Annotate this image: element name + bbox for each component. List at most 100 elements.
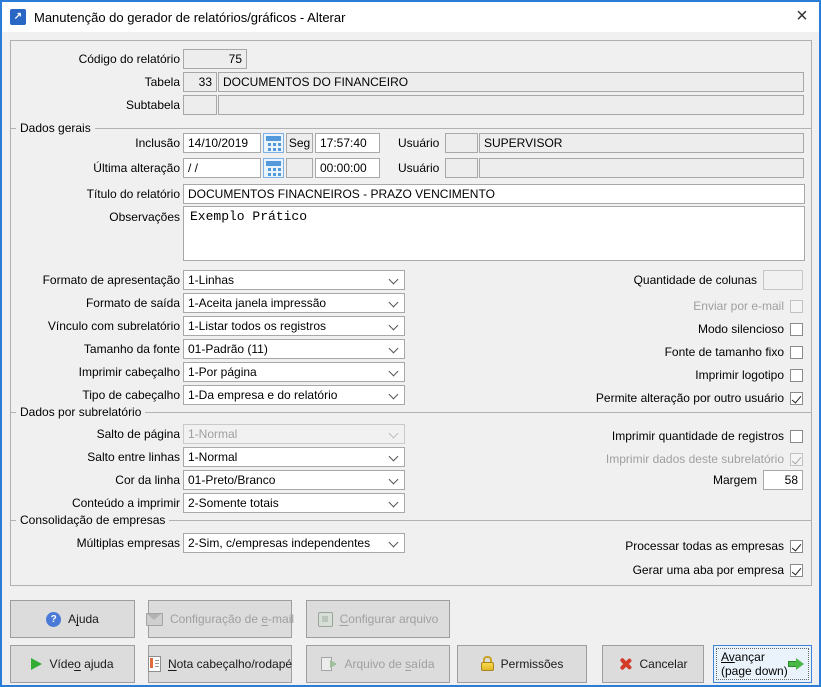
codigo-relatorio-field[interactable]: 75 xyxy=(183,49,247,69)
select-value: 01-Preto/Branco xyxy=(188,473,275,487)
select-value: 1-Listar todos os registros xyxy=(188,319,326,333)
chevron-down-icon xyxy=(389,498,399,508)
conteudo-imprimir-select[interactable]: 2-Somente totais xyxy=(183,493,405,513)
inclusao-calendar-button[interactable] xyxy=(263,133,284,153)
alteracao-user-field[interactable] xyxy=(479,158,804,178)
select-value: 1-Normal xyxy=(188,450,237,464)
checkbox-fonte-tamanho-fixo[interactable] xyxy=(790,346,803,359)
dados-gerais-groupline xyxy=(11,128,812,129)
forward-arrow-icon xyxy=(788,658,804,670)
checkbox-gerar-aba-empresa[interactable] xyxy=(790,564,803,577)
dados-gerais-group-label: Dados gerais xyxy=(16,121,95,135)
gerar-aba-empresa-label: Gerar uma aba por empresa xyxy=(633,563,784,577)
alteracao-day-field[interactable] xyxy=(286,158,313,178)
alteracao-calendar-button[interactable] xyxy=(263,158,284,178)
avancar-button[interactable]: Avançar (page down) xyxy=(713,645,812,683)
checkbox-permite-alteracao[interactable] xyxy=(790,392,803,405)
title-bar: ↗ Manutenção do gerador de relatórios/gr… xyxy=(2,2,819,32)
permissoes-button-label: Permissões xyxy=(501,657,564,671)
codigo-relatorio-label: Código do relatório xyxy=(10,52,180,66)
permissoes-button[interactable]: Permissões xyxy=(457,645,587,683)
vinculo-subrelatorio-label: Vínculo com subrelatório xyxy=(10,319,180,333)
multiplas-empresas-label: Múltiplas empresas xyxy=(10,536,180,550)
tabela-code-field[interactable]: 33 xyxy=(183,72,217,92)
inclusao-time-field[interactable]: 17:57:40 xyxy=(315,133,380,153)
cor-da-linha-label: Cor da linha xyxy=(10,473,180,487)
alteracao-time-field[interactable]: 00:00:00 xyxy=(315,158,380,178)
cancel-icon xyxy=(618,657,632,671)
video-ajuda-button[interactable]: Vídeo ajuda xyxy=(10,645,135,683)
help-icon: ? xyxy=(46,612,61,627)
avancar-button-label: Avançar (page down) xyxy=(721,650,788,678)
subtabela-desc-field[interactable] xyxy=(218,95,804,115)
quantidade-colunas-label: Quantidade de colunas xyxy=(634,273,757,287)
imprimir-dados-subrelatorio-label: Imprimir dados deste subrelatório xyxy=(606,452,784,466)
cancelar-button-label: Cancelar xyxy=(639,657,687,671)
checkbox-enviar-email[interactable] xyxy=(790,300,803,313)
select-value: 2-Sim, c/empresas independentes xyxy=(188,536,370,550)
imprimir-qtd-registros-label: Imprimir quantidade de registros xyxy=(612,429,784,443)
processar-empresas-label: Processar todas as empresas xyxy=(625,539,784,553)
imprimir-logotipo-label: Imprimir logotipo xyxy=(695,368,784,382)
tipo-cabecalho-label: Tipo de cabeçalho xyxy=(10,388,180,402)
ultima-alteracao-label: Última alteração xyxy=(10,161,180,175)
inclusao-user-code-field[interactable] xyxy=(445,133,478,153)
select-value: 1-Aceita janela impressão xyxy=(188,296,326,310)
play-icon xyxy=(31,658,42,670)
avancar-line1: Avançar xyxy=(721,650,765,664)
formato-apresentacao-label: Formato de apresentação xyxy=(10,273,180,287)
tabela-desc-field[interactable]: DOCUMENTOS DO FINANCEIRO xyxy=(218,72,804,92)
ajuda-button[interactable]: ? Ajuda xyxy=(10,600,135,638)
inclusao-user-field[interactable]: SUPERVISOR xyxy=(479,133,804,153)
inclusao-date-field[interactable]: 14/10/2019 xyxy=(183,133,261,153)
select-value: 1-Linhas xyxy=(188,273,234,287)
salto-entre-linhas-label: Salto entre linhas xyxy=(10,450,180,464)
checkbox-processar-empresas[interactable] xyxy=(790,540,803,553)
mail-icon xyxy=(146,613,163,626)
imprimir-cabecalho-label: Imprimir cabeçalho xyxy=(10,365,180,379)
avancar-line2: (page down) xyxy=(721,664,788,678)
arquivo-saida-button[interactable]: Arquivo de saída xyxy=(306,645,450,683)
nota-cabecalho-button[interactable]: Nota cabeçalho/rodapé xyxy=(148,645,292,683)
select-value: 1-Da empresa e do relatório xyxy=(188,388,337,402)
checkbox-modo-silencioso[interactable] xyxy=(790,323,803,336)
alteracao-date-field[interactable]: / / xyxy=(183,158,261,178)
modo-silencioso-label: Modo silencioso xyxy=(698,322,784,336)
alteracao-user-code-field[interactable] xyxy=(445,158,478,178)
alteracao-usuario-label: Usuário xyxy=(398,161,439,175)
cancelar-button[interactable]: Cancelar xyxy=(602,645,704,683)
file-config-icon xyxy=(318,612,333,627)
ajuda-button-label: Ajuda xyxy=(68,612,99,626)
tamanho-fonte-label: Tamanho da fonte xyxy=(10,342,180,356)
configurar-arquivo-button[interactable]: Configurar arquivo xyxy=(306,600,450,638)
close-icon[interactable]: × xyxy=(785,4,819,30)
observacoes-label: Observações xyxy=(10,210,180,224)
checkbox-imprimir-qtd-registros[interactable] xyxy=(790,430,803,443)
salto-pagina-label: Salto de página xyxy=(10,427,180,441)
observacoes-textarea[interactable]: Exemplo Prático xyxy=(183,206,805,261)
inclusao-day-field[interactable]: Seg xyxy=(286,133,313,153)
file-output-icon xyxy=(321,657,337,671)
formato-saida-label: Formato de saída xyxy=(10,296,180,310)
select-value: 01-Padrão (11) xyxy=(188,342,268,356)
checkbox-imprimir-dados-subrelatorio[interactable] xyxy=(790,453,803,466)
configurar-arquivo-button-label: Configurar arquivo xyxy=(340,612,439,626)
subtabela-code-field[interactable] xyxy=(183,95,217,115)
inclusao-label: Inclusão xyxy=(10,136,180,150)
app-icon: ↗ xyxy=(10,9,26,25)
dialog-window: ↗ Manutenção do gerador de relatórios/gr… xyxy=(0,0,821,687)
fonte-tamanho-fixo-label: Fonte de tamanho fixo xyxy=(665,345,784,359)
arquivo-saida-button-label: Arquivo de saída xyxy=(344,657,434,671)
config-email-button[interactable]: Configuração de e-mail xyxy=(148,600,292,638)
quantidade-colunas-field[interactable] xyxy=(763,270,803,290)
checkbox-imprimir-logotipo[interactable] xyxy=(790,369,803,382)
select-value: 1-Normal xyxy=(188,427,237,441)
titulo-relatorio-field[interactable]: DOCUMENTOS FINACNEIROS - PRAZO VENCIMENT… xyxy=(183,184,805,204)
note-icon xyxy=(148,656,161,672)
enviar-email-label: Enviar por e-mail xyxy=(693,299,784,313)
margem-field[interactable]: 58 xyxy=(763,470,803,490)
margem-label: Margem xyxy=(713,473,757,487)
nota-cabecalho-button-label: Nota cabeçalho/rodapé xyxy=(168,657,292,671)
tabela-label: Tabela xyxy=(10,75,180,89)
window-title: Manutenção do gerador de relatórios/gráf… xyxy=(34,10,345,25)
